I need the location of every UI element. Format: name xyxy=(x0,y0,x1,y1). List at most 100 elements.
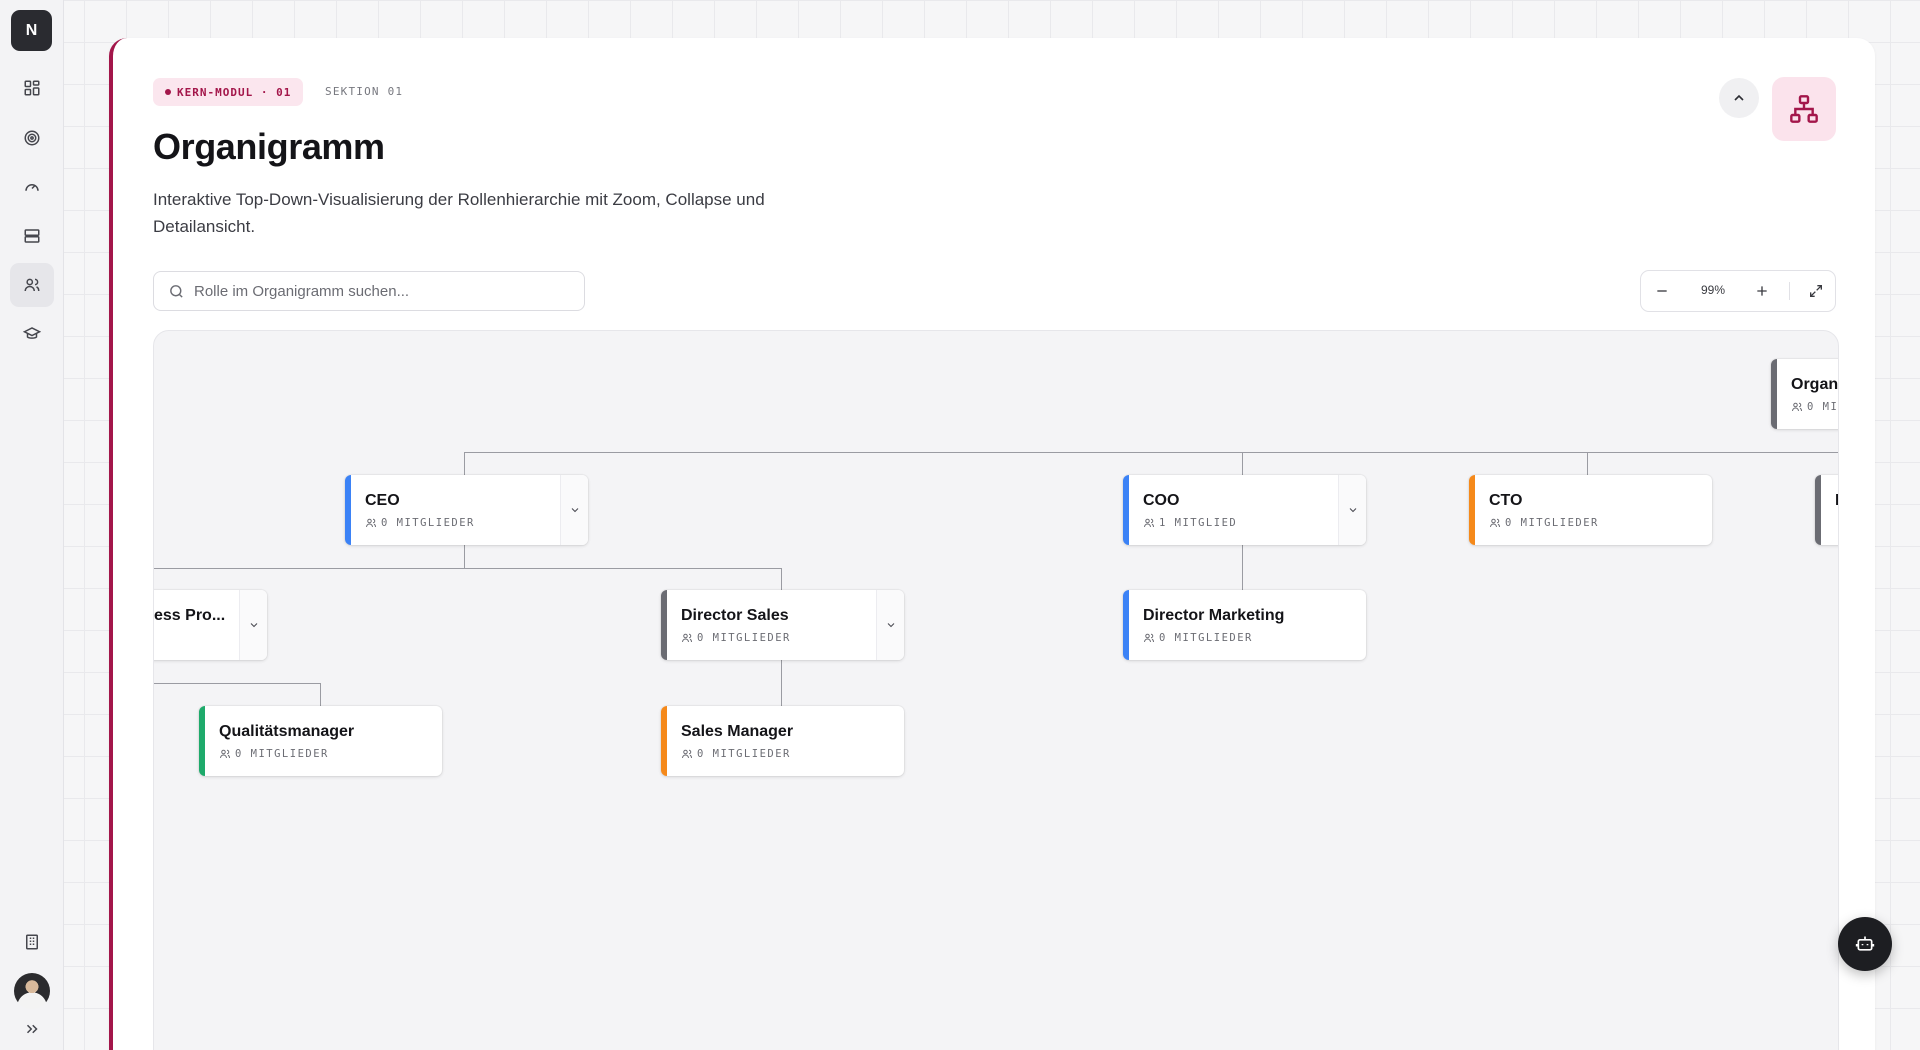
node-title: Sales Manager xyxy=(681,723,794,740)
badge-dot xyxy=(165,89,171,95)
users-icon xyxy=(1792,402,1802,412)
node-members-label: 0 MITGLIEDER xyxy=(1505,517,1599,529)
node-members: 0 MITGLIEDER xyxy=(681,632,791,644)
avatar[interactable] xyxy=(14,973,50,1009)
bot-icon xyxy=(1855,936,1875,951)
minus-icon xyxy=(1657,290,1667,292)
graduation-cap-icon xyxy=(23,327,41,339)
assistant-bot-button[interactable] xyxy=(1838,917,1892,971)
node-members: 0 MITGLIEDER xyxy=(219,748,329,760)
chevron-down-icon xyxy=(250,623,257,628)
node-members-label: 0 MITGLIEDER xyxy=(1159,632,1253,644)
users-icon xyxy=(220,749,230,759)
org-node-coo[interactable]: COO 1 MITGLIED xyxy=(1123,475,1366,545)
node-members-label: 0 MI xyxy=(1807,401,1839,413)
search-placeholder: Rolle im Organigramm suchen... xyxy=(194,282,410,300)
search-icon xyxy=(170,285,183,298)
org-node-director-marketing[interactable]: Director Marketing 0 MITGLIEDER xyxy=(1123,590,1366,660)
org-node-director-sales[interactable]: Director Sales 0 MITGLIEDER xyxy=(661,590,904,660)
zoom-controls: 99% xyxy=(1640,270,1836,312)
org-node-qualitaetsmanager[interactable]: Qualitätsmanager 0 MITGLIEDER xyxy=(199,706,442,776)
node-members: 0 MITGLIEDER xyxy=(365,517,475,529)
fullscreen-button[interactable] xyxy=(1795,271,1837,311)
org-node-cto[interactable]: CTO 0 MITGLIEDER xyxy=(1469,475,1712,545)
zoom-level: 99% xyxy=(1700,283,1726,297)
sidebar-item-company[interactable] xyxy=(10,920,54,964)
node-expand-toggle[interactable] xyxy=(1338,475,1366,545)
org-node-edge[interactable]: I xyxy=(1815,475,1838,545)
chevron-down-icon xyxy=(1349,508,1356,513)
expand-icon xyxy=(26,1024,38,1034)
app-logo[interactable]: N xyxy=(11,10,52,51)
node-title: CEO xyxy=(365,492,400,509)
connector-line xyxy=(1242,545,1243,590)
users-icon xyxy=(1144,633,1154,643)
node-members: 0 MI xyxy=(1791,401,1838,413)
node-title: Organ xyxy=(1791,376,1839,393)
node-members-label: 0 MITGLIEDER xyxy=(235,748,329,760)
gauge-icon xyxy=(25,184,39,191)
users-icon xyxy=(1490,518,1500,528)
chevron-down-icon xyxy=(887,623,894,628)
collapse-button[interactable] xyxy=(1719,78,1759,118)
node-title: Qualitätsmanager xyxy=(219,723,355,740)
node-members-label: 0 MITGLIEDER xyxy=(381,517,475,529)
sidebar-item-dashboard[interactable] xyxy=(10,66,54,110)
node-title: CTO xyxy=(1489,492,1523,509)
sidebar: N xyxy=(0,0,64,1050)
maximize-icon xyxy=(1810,285,1822,297)
users-icon xyxy=(682,633,692,643)
connector-line xyxy=(154,568,782,569)
target-icon xyxy=(24,130,40,146)
zoom-out-button[interactable] xyxy=(1641,271,1683,311)
connector-line xyxy=(320,683,321,706)
org-node-root[interactable]: Organ 0 MI xyxy=(1771,359,1839,429)
users-icon xyxy=(1144,518,1154,528)
sidebar-item-data[interactable] xyxy=(10,214,54,258)
connector-line xyxy=(464,452,465,475)
node-expand-toggle[interactable] xyxy=(239,590,267,660)
connector-line xyxy=(1587,452,1588,475)
node-members-label: 0 MITGLIEDER xyxy=(697,748,791,760)
connector-line xyxy=(154,683,321,684)
sidebar-item-performance[interactable] xyxy=(10,165,54,209)
connector-line xyxy=(464,452,1838,453)
sidebar-item-users[interactable] xyxy=(10,263,54,307)
sitemap-icon xyxy=(1790,95,1818,123)
chevron-down-icon xyxy=(571,508,578,513)
sidebar-item-learning[interactable] xyxy=(10,312,54,356)
org-chart-canvas[interactable]: Organ 0 MI CEO 0 MITGLIEDER COO 1 MITGLI… xyxy=(153,330,1839,1050)
zoom-divider xyxy=(1789,282,1790,300)
node-members-label: 1 MITGLIED xyxy=(1159,517,1238,529)
node-title: I xyxy=(1835,492,1838,510)
org-node-business-process[interactable]: ess Pro... xyxy=(154,590,267,660)
org-node-ceo[interactable]: CEO 0 MITGLIEDER xyxy=(345,475,588,545)
org-node-sales-manager[interactable]: Sales Manager 0 MITGLIEDER xyxy=(661,706,904,776)
sidebar-expand-button[interactable] xyxy=(10,1012,54,1046)
search-input[interactable]: Rolle im Organigramm suchen... xyxy=(153,271,585,311)
node-title: ess Pro... xyxy=(154,607,226,624)
dashboard-icon xyxy=(24,80,40,96)
node-members: 1 MITGLIED xyxy=(1143,517,1237,529)
module-badge: KERN-MODUL · 01 xyxy=(153,78,304,106)
org-chart-hero-icon xyxy=(1772,77,1836,141)
zoom-in-button[interactable] xyxy=(1741,271,1783,311)
connector-line xyxy=(781,568,782,590)
node-title: Director Marketing xyxy=(1143,607,1285,624)
page-title: Organigramm xyxy=(153,126,385,167)
chevron-up-icon xyxy=(1734,94,1744,101)
node-expand-toggle[interactable] xyxy=(560,475,588,545)
page-description: Interaktive Top-Down-Visualisierung der … xyxy=(153,190,765,236)
node-members: 0 MITGLIEDER xyxy=(681,748,791,760)
badge-label: KERN-MODUL · 01 xyxy=(177,85,292,99)
plus-icon xyxy=(1757,286,1767,296)
connector-line xyxy=(1242,452,1243,475)
node-expand-toggle[interactable] xyxy=(876,590,904,660)
node-title: COO xyxy=(1143,492,1180,509)
users-icon xyxy=(366,518,376,528)
node-members-label: 0 MITGLIEDER xyxy=(697,632,791,644)
main-card: KERN-MODUL · 01 SEKTION 01 Organigramm I… xyxy=(109,38,1875,1050)
users-icon xyxy=(682,749,692,759)
users-icon xyxy=(24,278,40,292)
sidebar-item-targets[interactable] xyxy=(10,116,54,160)
